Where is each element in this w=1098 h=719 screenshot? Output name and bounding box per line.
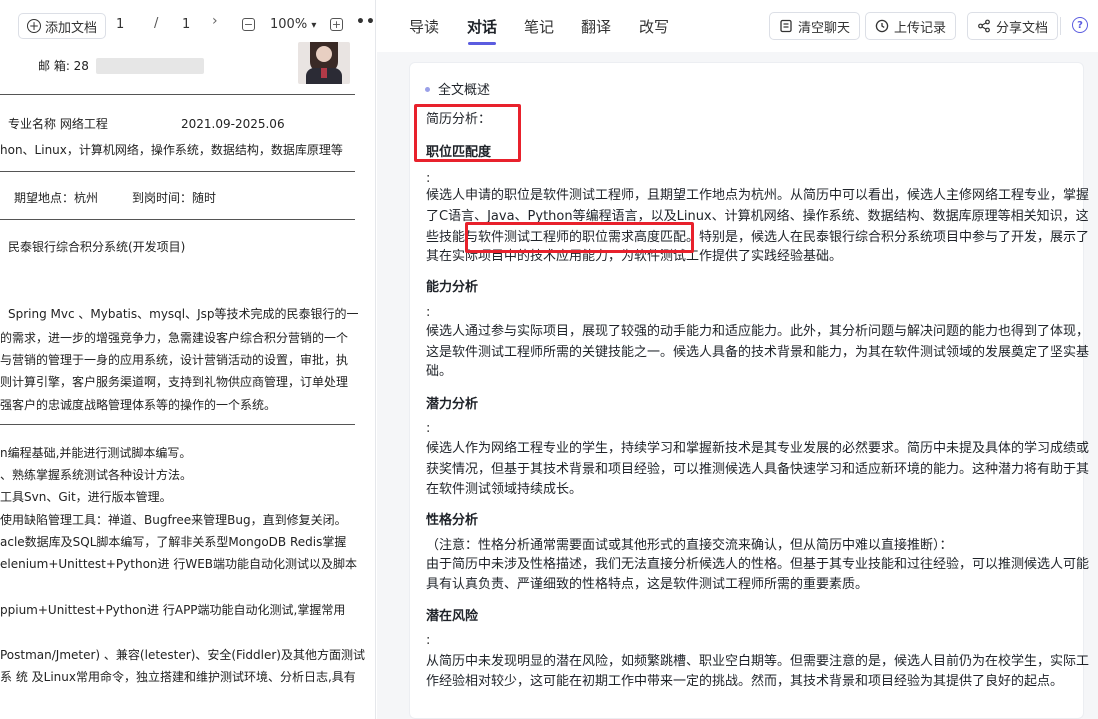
skill-item: 、熟练掌握系统测试各种设计方法。 bbox=[0, 468, 193, 482]
skill-item: elenium+Unittest+Python进 行WEB端功能自动化测试以及脚… bbox=[0, 557, 358, 571]
paragraph-line: 由于简历中未涉及性格描述，我们无法直接分析候选人的性格。但基于其专业技能和过往经… bbox=[426, 557, 1090, 572]
education-major: 专业名称 网络工程 bbox=[8, 117, 108, 131]
paragraph-line: 作经验相对较少，这可能在初期工作中带来一定的挑战。然而，其技术背景和项目经验为其… bbox=[426, 674, 1064, 689]
section-divider bbox=[0, 219, 355, 220]
tab-notes[interactable]: 笔记 bbox=[524, 16, 554, 37]
section-colon: : bbox=[426, 171, 431, 186]
tab-chat[interactable]: 对话 bbox=[467, 16, 497, 37]
tab-rewrite[interactable]: 改写 bbox=[639, 16, 669, 37]
section-heading: 能力分析 bbox=[426, 280, 479, 295]
skill-item: Postman/Jmeter) 、兼容(letester)、安全(Fiddler… bbox=[0, 648, 365, 662]
paragraph-line: 础。 bbox=[426, 364, 453, 379]
broom-icon bbox=[780, 19, 792, 33]
paragraph-line: 获奖情况，但基于其技术背景和项目经验，可以推测候选人具备快速学习和适应新环境的能… bbox=[426, 462, 1090, 477]
clear-chat-label: 清空聊天 bbox=[798, 20, 851, 36]
highlight-box-match bbox=[465, 222, 694, 253]
project-desc-line: 则计算引擎，客户服务渠道啊，支持到礼物供应商管理，订单处理 bbox=[0, 375, 349, 389]
upload-history-button[interactable]: 上传记录 bbox=[865, 12, 957, 40]
chevron-right-icon[interactable]: › bbox=[212, 13, 218, 29]
project-desc-line: Spring Mvc 、Mybatis、mysql、Jsp等技术完成的民泰银行的… bbox=[8, 307, 359, 321]
paragraph-line: 候选人申请的职位是软件测试工程师，且期望工作地点为杭州。从简历中可以看出，候选人… bbox=[426, 188, 1090, 203]
section-colon: : bbox=[426, 305, 431, 320]
document-viewer-pane: + 添加文档 1 / 1 › − 100% ▾ + ••• 邮 箱: 28 专业… bbox=[0, 0, 376, 719]
more-options-icon[interactable]: ••• bbox=[356, 14, 375, 30]
section-divider bbox=[0, 94, 355, 95]
redacted-email bbox=[96, 58, 204, 74]
skill-item: ppium+Unittest+Python进 行APP端功能自动化测试,掌握常用 bbox=[0, 603, 346, 617]
skill-item: 使用缺陷管理工具：禅道、Bugfree来管理Bug，直到修复关闭。 bbox=[0, 513, 347, 527]
skill-item: n编程基础,并能进行测试脚本编写。 bbox=[0, 446, 192, 460]
education-dates: 2021.09-2025.06 bbox=[181, 117, 285, 131]
clear-chat-button[interactable]: 清空聊天 bbox=[769, 12, 861, 40]
highlight-box-heading bbox=[414, 104, 521, 162]
paragraph-line: 这是软件测试工程师所需的关键技能之一。候选人具备的技术背景和能力，为其在软件测试… bbox=[426, 345, 1090, 360]
page-total: 1 bbox=[182, 17, 191, 32]
share-document-label: 分享文档 bbox=[996, 20, 1049, 36]
paragraph-line: 候选人作为网络工程专业的学生，持续学习和掌握新技术是其专业发展的必然要求。简历中… bbox=[426, 441, 1090, 456]
project-desc-line: 与营销的管理于一身的应用系统，设计营销活动的设置，审批，执 bbox=[0, 353, 349, 367]
skills-summary: hon、Linux，计算机网络，操作系统，数据结构，数据库原理等 bbox=[0, 143, 343, 157]
bullet-icon bbox=[425, 87, 430, 92]
full-text-overview[interactable]: 全文概述 bbox=[438, 79, 490, 98]
active-tab-indicator bbox=[468, 42, 496, 45]
skill-item: 系 统 及Linux常用命令，独立搭建和维护测试环境、分析日志,具有 bbox=[0, 670, 356, 684]
section-colon: : bbox=[426, 421, 431, 436]
tab-translate[interactable]: 翻译 bbox=[581, 16, 611, 37]
caret-down-icon: ▾ bbox=[311, 20, 317, 31]
section-heading: 性格分析 bbox=[426, 513, 479, 528]
page-number-input[interactable]: 1 bbox=[116, 17, 124, 32]
zoom-level-value: 100% bbox=[270, 17, 308, 32]
upload-history-label: 上传记录 bbox=[894, 20, 947, 36]
add-document-button[interactable]: + 添加文档 bbox=[18, 13, 107, 39]
section-divider bbox=[0, 424, 355, 425]
paragraph-line: 在软件测试领域持续成长。 bbox=[426, 482, 583, 497]
toolbar-divider bbox=[1060, 17, 1061, 35]
add-document-label: 添加文档 bbox=[45, 20, 98, 36]
assistant-toolbar: 导读 对话 笔记 翻译 改写 清空聊天 上传记录 分享文档 ? bbox=[377, 0, 1098, 52]
zoom-in-icon[interactable]: + bbox=[330, 18, 343, 31]
tab-guide[interactable]: 导读 bbox=[409, 16, 439, 37]
profile-photo bbox=[298, 42, 350, 84]
section-divider bbox=[0, 171, 355, 172]
project-desc-line: 的需求，进一步的增强竞争力，急需建设客户综合积分营销的一个 bbox=[0, 331, 349, 345]
paragraph-line: 候选人通过参与实际项目，展现了较强的动手能力和适应能力。此外，其分析问题与解决问… bbox=[426, 324, 1090, 339]
ai-assistant-pane: 导读 对话 笔记 翻译 改写 清空聊天 上传记录 分享文档 ? 全文概述 简历分… bbox=[377, 0, 1098, 719]
page-separator: / bbox=[154, 16, 159, 31]
start-time: 到岗时间：随时 bbox=[132, 191, 217, 205]
paragraph-line: 具有认真负责、严谨细致的性格特点，这是软件测试工程师所需的重要素质。 bbox=[426, 577, 869, 592]
help-icon[interactable]: ? bbox=[1072, 17, 1088, 33]
section-heading: 潜在风险 bbox=[426, 609, 479, 624]
section-colon: : bbox=[426, 633, 431, 648]
resume-document-page: 邮 箱: 28 专业名称 网络工程 2021.09-2025.06 hon、Li… bbox=[0, 42, 375, 719]
project-title: 民泰银行综合积分系统(开发项目) bbox=[8, 240, 186, 254]
share-icon bbox=[978, 19, 990, 33]
add-circle-icon: + bbox=[27, 19, 41, 33]
share-document-button[interactable]: 分享文档 bbox=[967, 12, 1059, 40]
zoom-select[interactable]: 100% ▾ bbox=[270, 17, 316, 32]
zoom-out-icon[interactable]: − bbox=[242, 18, 255, 31]
clock-icon bbox=[875, 19, 889, 33]
email-line: 邮 箱: 28 bbox=[38, 59, 89, 73]
skill-item: 工具Svn、Git，进行版本管理。 bbox=[0, 490, 172, 504]
project-desc-line: 强客户的忠诚度战略管理体系等的操作的一个系统。 bbox=[0, 398, 277, 412]
section-heading: 潜力分析 bbox=[426, 397, 479, 412]
paragraph-line: 从简历中未发现明显的潜在风险，如频繁跳槽、职业空白期等。但需要注意的是，候选人目… bbox=[426, 654, 1090, 669]
skill-item: acle数据库及SQL脚本编写，了解非关系型MongoDB Redis掌握 bbox=[0, 535, 347, 549]
expected-location: 期望地点：杭州 bbox=[14, 191, 99, 205]
